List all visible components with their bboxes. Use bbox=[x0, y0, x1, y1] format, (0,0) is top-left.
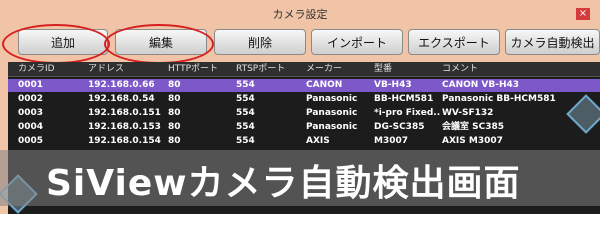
add-button[interactable]: 追加 bbox=[18, 29, 108, 55]
caption-banner: SiViewカメラ自動検出画面 bbox=[0, 150, 600, 206]
table-row[interactable]: 0005 192.168.0.154 80 554 AXIS M3007 AXI… bbox=[8, 135, 600, 148]
cell-maker: CANON bbox=[306, 80, 343, 90]
column-header-maker[interactable]: メーカー bbox=[306, 63, 372, 76]
column-header-rtsp-port[interactable]: RTSPポート bbox=[236, 63, 306, 76]
delete-button[interactable]: 削除 bbox=[214, 29, 306, 55]
auto-detect-button[interactable]: カメラ自動検出 bbox=[505, 29, 600, 55]
column-header-model[interactable]: 型番 bbox=[374, 63, 440, 76]
cell-model: BB-HCM581 bbox=[374, 94, 434, 104]
column-header-http-port[interactable]: HTTPポート bbox=[168, 63, 238, 76]
import-button[interactable]: インポート bbox=[311, 29, 403, 55]
cell-http-port: 80 bbox=[168, 108, 181, 118]
cell-http-port: 80 bbox=[168, 136, 181, 146]
cell-model: *i-pro Fixed... bbox=[374, 108, 440, 118]
cell-address: 192.168.0.151 bbox=[88, 108, 161, 118]
cell-maker: Panasonic bbox=[306, 122, 358, 132]
edit-button[interactable]: 編集 bbox=[115, 29, 207, 55]
cell-camera-id: 0002 bbox=[18, 94, 44, 104]
cell-camera-id: 0004 bbox=[18, 122, 44, 132]
cell-address: 192.168.0.153 bbox=[88, 122, 161, 132]
camera-settings-window: カメラ設定 × 追加 編集 削除 インポート エクスポート カメラ自動検出 カメ… bbox=[0, 0, 600, 214]
cell-camera-id: 0001 bbox=[18, 80, 44, 90]
toolbar: 追加 編集 削除 インポート エクスポート カメラ自動検出 bbox=[8, 29, 600, 57]
close-button[interactable]: × bbox=[576, 8, 590, 20]
cell-maker: AXIS bbox=[306, 136, 330, 146]
table-row[interactable]: 0001 192.168.0.66 80 554 CANON VB-H43 CA… bbox=[8, 79, 600, 92]
column-header-comment[interactable]: コメント bbox=[442, 63, 592, 76]
cell-camera-id: 0005 bbox=[18, 136, 44, 146]
cell-address: 192.168.0.66 bbox=[88, 80, 155, 90]
cell-rtsp-port: 554 bbox=[236, 136, 255, 146]
cell-rtsp-port: 554 bbox=[236, 122, 255, 132]
column-header-camera-id[interactable]: カメラID bbox=[18, 63, 88, 76]
cell-model: DG-SC385 bbox=[374, 122, 425, 132]
cell-rtsp-port: 554 bbox=[236, 94, 255, 104]
cell-http-port: 80 bbox=[168, 80, 181, 90]
cell-camera-id: 0003 bbox=[18, 108, 44, 118]
cell-address: 192.168.0.54 bbox=[88, 94, 155, 104]
caption-text: SiViewカメラ自動検出画面 bbox=[46, 163, 521, 204]
cell-http-port: 80 bbox=[168, 94, 181, 104]
table-row[interactable]: 0003 192.168.0.151 80 554 Panasonic *i-p… bbox=[8, 107, 600, 120]
cell-maker: Panasonic bbox=[306, 108, 358, 118]
title-bar: カメラ設定 × bbox=[0, 0, 600, 28]
table-row[interactable]: 0002 192.168.0.54 80 554 Panasonic BB-HC… bbox=[8, 93, 600, 106]
window-title: カメラ設定 bbox=[272, 8, 328, 21]
cell-comment: CANON VB-H43 bbox=[442, 80, 520, 90]
export-button[interactable]: エクスポート bbox=[408, 29, 500, 55]
cell-maker: Panasonic bbox=[306, 94, 358, 104]
cell-model: VB-H43 bbox=[374, 80, 412, 90]
cell-rtsp-port: 554 bbox=[236, 80, 255, 90]
cell-http-port: 80 bbox=[168, 122, 181, 132]
column-header-address[interactable]: アドレス bbox=[88, 63, 168, 76]
cell-model: M3007 bbox=[374, 136, 409, 146]
cell-address: 192.168.0.154 bbox=[88, 136, 161, 146]
cell-comment: 会議室 SC385 bbox=[442, 122, 505, 132]
cell-rtsp-port: 554 bbox=[236, 108, 255, 118]
cell-comment: AXIS M3007 bbox=[442, 136, 503, 146]
cell-comment: Panasonic BB-HCM581 bbox=[442, 94, 556, 104]
table-header: カメラID アドレス HTTPポート RTSPポート メーカー 型番 コメント bbox=[8, 62, 600, 77]
table-row[interactable]: 0004 192.168.0.153 80 554 Panasonic DG-S… bbox=[8, 121, 600, 134]
